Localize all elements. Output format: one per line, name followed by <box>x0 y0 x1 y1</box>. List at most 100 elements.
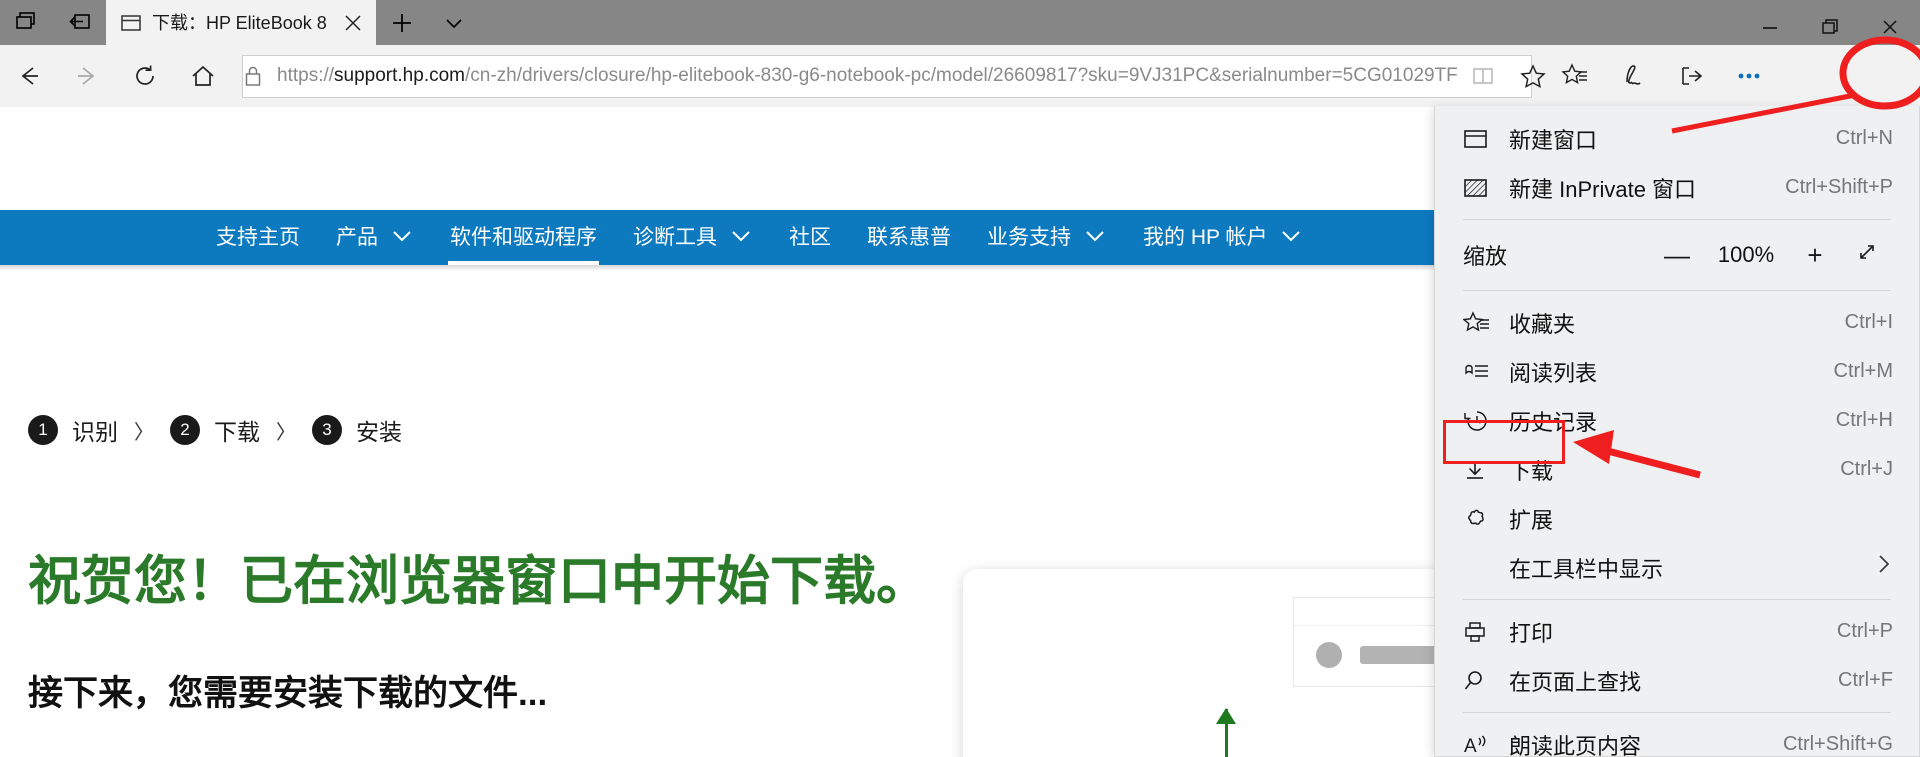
address-bar[interactable]: https://support.hp.com/cn-zh/drivers/clo… <box>242 54 1546 98</box>
tab-actions-chevron-down-icon[interactable] <box>428 0 480 45</box>
chevron-down-icon <box>1279 210 1303 265</box>
menu-item-shortcut: Ctrl+M <box>1833 360 1893 382</box>
menu-item-extensions[interactable]: 扩展 <box>1435 494 1919 543</box>
close-window-button[interactable] <box>1860 8 1920 45</box>
browser-window: 下载：HP EliteBook 83 https://support.hp.co… <box>0 0 1920 757</box>
menu-item-shortcut: Ctrl+I <box>1844 311 1893 333</box>
nav-item-software-and-drivers[interactable]: 软件和驱动程序 <box>432 210 615 265</box>
history-icon <box>1463 409 1509 433</box>
menu-item-label: 朗读此页内容 <box>1509 733 1642 757</box>
set-aside-tabs-icon[interactable] <box>53 0 106 45</box>
menu-zoom-row: 缩放 — 100% + <box>1435 227 1919 283</box>
step-number: 1 <box>28 415 58 445</box>
reading-list-icon <box>1463 360 1509 384</box>
zoom-label: 缩放 <box>1463 244 1508 269</box>
callout-arrow-icon <box>1216 708 1236 757</box>
extensions-icon <box>1463 507 1509 531</box>
menu-item-reading-list[interactable]: 阅读列表 Ctrl+M <box>1435 347 1919 396</box>
nav-label: 诊断工具 <box>633 226 717 249</box>
url-domain: support.hp.com <box>334 65 465 86</box>
reading-view-book-icon[interactable] <box>1458 55 1508 98</box>
menu-item-label: 打印 <box>1509 620 1554 646</box>
menu-item-shortcut: Ctrl+Shift+G <box>1782 733 1893 755</box>
share-icon[interactable] <box>1662 53 1720 99</box>
menu-item-history[interactable]: 历史记录 Ctrl+H <box>1435 396 1919 445</box>
nav-label: 联系惠普 <box>867 226 951 249</box>
nav-item-my-hp-account[interactable]: 我的 HP 帐户 <box>1125 210 1321 265</box>
fullscreen-icon[interactable] <box>1841 240 1893 270</box>
browser-toolbar: https://support.hp.com/cn-zh/drivers/clo… <box>0 45 1920 107</box>
title-bar: 下载：HP EliteBook 83 <box>0 0 1920 45</box>
home-button[interactable] <box>174 53 232 99</box>
svg-text:A: A <box>1464 736 1477 757</box>
nav-item-community[interactable]: 社区 <box>771 210 849 265</box>
chevron-right-icon <box>1875 553 1893 582</box>
chevron-down-icon <box>1083 210 1107 265</box>
minimize-button[interactable] <box>1740 8 1800 45</box>
nav-label: 支持主页 <box>216 226 300 249</box>
lock-icon <box>243 64 263 88</box>
nav-item-contact-hp[interactable]: 联系惠普 <box>849 210 969 265</box>
menu-item-label: 阅读列表 <box>1509 360 1598 386</box>
forward-button[interactable] <box>58 53 116 99</box>
menu-item-favorites[interactable]: 收藏夹 Ctrl+I <box>1435 298 1919 347</box>
browser-tab[interactable]: 下载：HP EliteBook 83 <box>106 0 376 45</box>
url-scheme: https:// <box>277 65 335 86</box>
breadcrumb-step-download[interactable]: 2 下载 <box>170 413 260 447</box>
step-number: 2 <box>170 415 200 445</box>
refresh-button[interactable] <box>116 53 174 99</box>
menu-item-new-inprivate-window[interactable]: 新建 InPrivate 窗口 Ctrl+Shift+P <box>1435 163 1919 212</box>
nav-item-support-home[interactable]: 支持主页 <box>198 210 318 265</box>
menu-item-label: 收藏夹 <box>1509 311 1576 337</box>
close-tab-icon[interactable] <box>336 6 370 40</box>
nav-item-products[interactable]: 产品 <box>318 210 432 265</box>
favorites-hub-star-list-icon[interactable] <box>1546 53 1604 99</box>
breadcrumb-separator: 〉 <box>134 421 154 444</box>
zoom-level-value: 100% <box>1717 242 1775 267</box>
chevron-down-icon <box>390 210 414 265</box>
menu-item-downloads[interactable]: 下载 Ctrl+J <box>1435 445 1919 494</box>
page-icon <box>120 12 142 34</box>
nav-label: 业务支持 <box>987 226 1071 249</box>
chevron-down-icon <box>729 210 753 265</box>
paragraph-find-file: 在浏览器窗口中找到该文件，然后双击以开始安装。 <box>28 752 534 757</box>
menu-divider <box>1463 599 1891 600</box>
nav-item-business-support[interactable]: 业务支持 <box>969 210 1125 265</box>
new-tab-button[interactable] <box>376 0 428 45</box>
step-label: 下载 <box>214 419 260 445</box>
tab-title: 下载：HP EliteBook 83 <box>152 12 326 33</box>
step-number: 3 <box>312 415 342 445</box>
breadcrumb-separator: 〉 <box>276 421 296 444</box>
menu-divider <box>1463 219 1891 220</box>
maximize-button[interactable] <box>1800 8 1860 45</box>
step-label: 识别 <box>72 419 118 445</box>
zoom-controls: — 100% + <box>1651 240 1893 271</box>
illustration-file-icon <box>1316 642 1342 668</box>
inprivate-window-icon <box>1463 177 1509 199</box>
menu-item-shortcut: Ctrl+J <box>1840 458 1893 480</box>
breadcrumb-step-install[interactable]: 3 安装 <box>312 413 402 447</box>
zoom-out-button[interactable]: — <box>1651 240 1703 271</box>
web-notes-pen-icon[interactable] <box>1604 53 1662 99</box>
zoom-in-button[interactable]: + <box>1789 240 1841 271</box>
menu-item-new-window[interactable]: 新建窗口 Ctrl+N <box>1435 114 1919 163</box>
menu-item-shortcut: Ctrl+H <box>1835 409 1893 431</box>
menu-item-show-in-toolbar[interactable]: 在工具栏中显示 <box>1435 543 1919 592</box>
menu-item-read-aloud[interactable]: A 朗读此页内容 Ctrl+Shift+G <box>1435 720 1919 757</box>
read-aloud-icon: A <box>1463 733 1509 757</box>
edge-settings-menu: 新建窗口 Ctrl+N 新建 InPrivate 窗口 Ctrl+Shift+P… <box>1434 106 1920 757</box>
menu-item-find-on-page[interactable]: 在页面上查找 Ctrl+F <box>1435 656 1919 705</box>
find-icon <box>1463 669 1509 693</box>
settings-and-more-ellipsis-icon[interactable] <box>1720 53 1778 99</box>
menu-item-shortcut: Ctrl+N <box>1835 127 1893 149</box>
nav-label: 软件和驱动程序 <box>450 226 597 249</box>
nav-label: 社区 <box>789 226 831 249</box>
tab-preview-icon[interactable] <box>0 0 53 45</box>
menu-item-print[interactable]: 打印 Ctrl+P <box>1435 607 1919 656</box>
menu-item-shortcut: Ctrl+P <box>1836 620 1893 642</box>
back-button[interactable] <box>0 53 58 99</box>
menu-divider <box>1463 712 1891 713</box>
nav-item-diagnostic-tools[interactable]: 诊断工具 <box>615 210 771 265</box>
breadcrumb-step-identify[interactable]: 1 识别 <box>28 413 118 447</box>
step-label: 安装 <box>356 419 402 445</box>
